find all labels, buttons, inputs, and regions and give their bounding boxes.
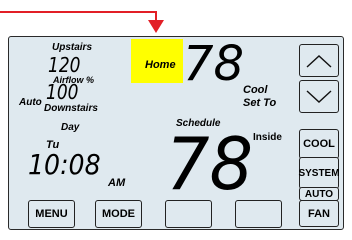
inside-label: Inside [253, 132, 282, 143]
blank-button-2[interactable] [235, 200, 282, 228]
auto-label: Auto [19, 97, 42, 108]
cool-set-to-label-line2: Set To [243, 97, 277, 109]
cool-setpoint: 78 [183, 36, 245, 92]
inside-temperature: 78 [166, 122, 254, 206]
fan-button-label: FAN [308, 207, 330, 220]
fan-button[interactable]: FAN [299, 200, 339, 227]
blank-button-1[interactable] [165, 200, 212, 228]
cool-set-to-label-line1: Cool [243, 84, 268, 96]
auto-value: 100 [46, 80, 79, 104]
mode-button-label: MODE [102, 208, 135, 220]
chevron-up-icon [306, 54, 332, 68]
mode-button[interactable]: MODE [95, 200, 142, 228]
cool-button[interactable]: COOL [299, 129, 339, 159]
day-label: Day [61, 122, 80, 133]
system-button-label: SYSTEM [298, 167, 340, 179]
auto-button[interactable]: AUTO [299, 187, 339, 201]
temperature-down-button[interactable] [299, 80, 339, 113]
arrow-down-icon [148, 20, 164, 33]
clock-time: 10:08 [28, 148, 101, 181]
home-label: Home [145, 59, 176, 71]
downstairs-label: Downstairs [44, 103, 98, 114]
menu-button-label: MENU [35, 208, 68, 220]
cool-button-label: COOL [303, 138, 335, 150]
temperature-up-button[interactable] [299, 44, 339, 77]
clock-ampm: AM [108, 177, 126, 189]
system-button[interactable]: SYSTEM [298, 157, 340, 189]
upstairs-value: 120 [48, 53, 81, 77]
upstairs-label: Upstairs [52, 42, 93, 53]
pointer-line-horizontal [0, 11, 157, 13]
chevron-down-icon [306, 89, 332, 103]
auto-button-label: AUTO [304, 188, 334, 200]
menu-button[interactable]: MENU [28, 200, 75, 228]
